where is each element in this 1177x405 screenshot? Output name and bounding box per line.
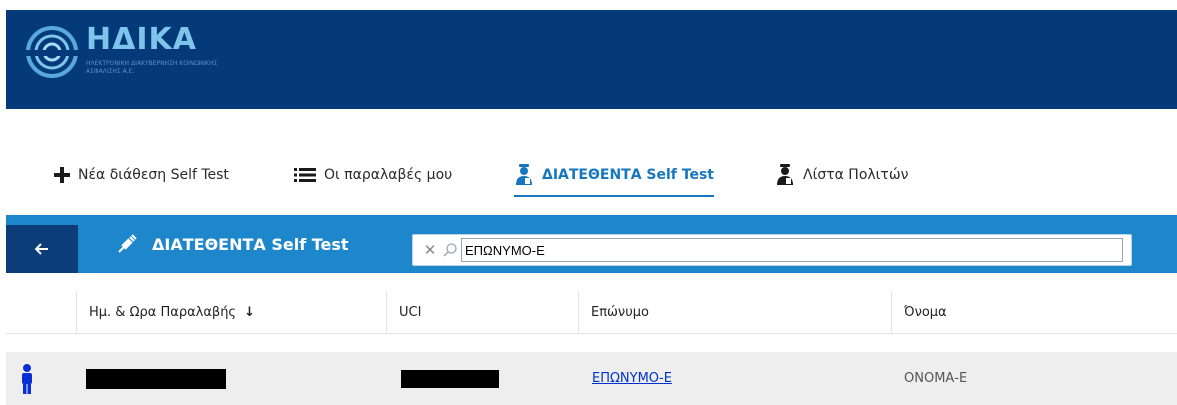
surname-link[interactable]: ΕΠΩΝΥΜΟ-Ε <box>592 371 672 386</box>
cell-datetime <box>86 352 386 405</box>
arrow-left-icon <box>35 243 48 255</box>
column-header-surname[interactable]: Επώνυμο <box>578 291 891 333</box>
cell-uci <box>401 352 581 405</box>
logo-swirl-icon <box>24 26 80 78</box>
column-header-label: Όνομα <box>904 304 947 320</box>
person-icon <box>20 352 40 405</box>
nav-item-label: Λίστα Πολιτών <box>803 167 909 183</box>
user-test-icon <box>514 164 534 186</box>
page-title-text: ΔΙΑΤΕΘΕΝΤΑ Self Test <box>152 234 349 254</box>
logo-wordmark: ΗΔΙΚΑ <box>86 22 197 57</box>
back-button[interactable] <box>6 225 78 273</box>
app-header: ΗΔΙΚΑ ΗΛΕΚΤΡΟΝΙΚΗ ΔΙΑΚΥΒΕΡΝΗΣΗ ΚΟΙΝΩΝΙΚΗ… <box>6 10 1177 109</box>
user-test-icon <box>775 164 795 186</box>
clear-icon[interactable]: ✕ <box>421 241 439 259</box>
cell-name: ΟΝΟΜΑ-Ε <box>904 352 1164 405</box>
plus-icon <box>54 167 70 183</box>
redacted-block <box>401 369 499 388</box>
table-header: Ημ. & Ωρα Παραλαβής ↓ UCI Επώνυμο Όνομα <box>6 291 1177 334</box>
column-header-label: UCI <box>399 304 422 320</box>
nav-item-new-self-test[interactable]: Νέα διάθεση Self Test <box>54 161 229 189</box>
top-frame <box>0 0 1177 10</box>
nav-item-label: Νέα διάθεση Self Test <box>78 167 229 183</box>
column-header-datetime[interactable]: Ημ. & Ωρα Παραλαβής ↓ <box>76 291 386 333</box>
list-icon <box>294 167 316 183</box>
nav-item-citizens-list[interactable]: Λίστα Πολιτών <box>775 161 908 189</box>
logo-subtitle: ΗΛΕΚΤΡΟΝΙΚΗ ΔΙΑΚΥΒΕΡΝΗΣΗ ΚΟΙΝΩΝΙΚΗΣ ΑΣΦΑ… <box>86 60 218 75</box>
page-toolbar: ΔΙΑΤΕΘΕΝΤΑ Self Test ✕ <box>6 215 1177 273</box>
nav-bar: Νέα διάθεση Self Test Οι παραλαβές μου Δ… <box>0 109 1177 214</box>
column-header-label: Επώνυμο <box>591 304 649 320</box>
table-row[interactable]: ΕΠΩΝΥΜΟ-Ε ΟΝΟΜΑ-Ε <box>6 352 1177 405</box>
search-icon <box>441 241 459 259</box>
name-text: ΟΝΟΜΑ-Ε <box>904 371 968 386</box>
column-header-label: Ημ. & Ωρα Παραλαβής <box>89 304 237 320</box>
redacted-block <box>86 368 226 389</box>
column-header-uci[interactable]: UCI <box>386 291 578 333</box>
sort-arrow-icon: ↓ <box>244 304 255 320</box>
logo: ΗΔΙΚΑ ΗΛΕΚΤΡΟΝΙΚΗ ΔΙΑΚΥΒΕΡΝΗΣΗ ΚΟΙΝΩΝΙΚΗ… <box>24 22 224 86</box>
nav-item-label: ΔΙΑΤΕΘΕΝΤΑ Self Test <box>542 167 714 183</box>
nav-item-label: Οι παραλαβές μου <box>324 167 453 183</box>
search-input[interactable] <box>461 238 1123 262</box>
cell-surname: ΕΠΩΝΥΜΟ-Ε <box>592 352 882 405</box>
column-header-name[interactable]: Όνομα <box>891 291 1177 333</box>
nav-item-available-self-test[interactable]: ΔΙΑΤΕΘΕΝΤΑ Self Test <box>514 161 714 197</box>
search-box: ✕ <box>412 234 1132 266</box>
syringe-icon <box>116 233 138 255</box>
nav-item-my-receipts[interactable]: Οι παραλαβές μου <box>294 161 452 189</box>
page-title: ΔΙΑΤΕΘΕΝΤΑ Self Test <box>116 231 349 257</box>
